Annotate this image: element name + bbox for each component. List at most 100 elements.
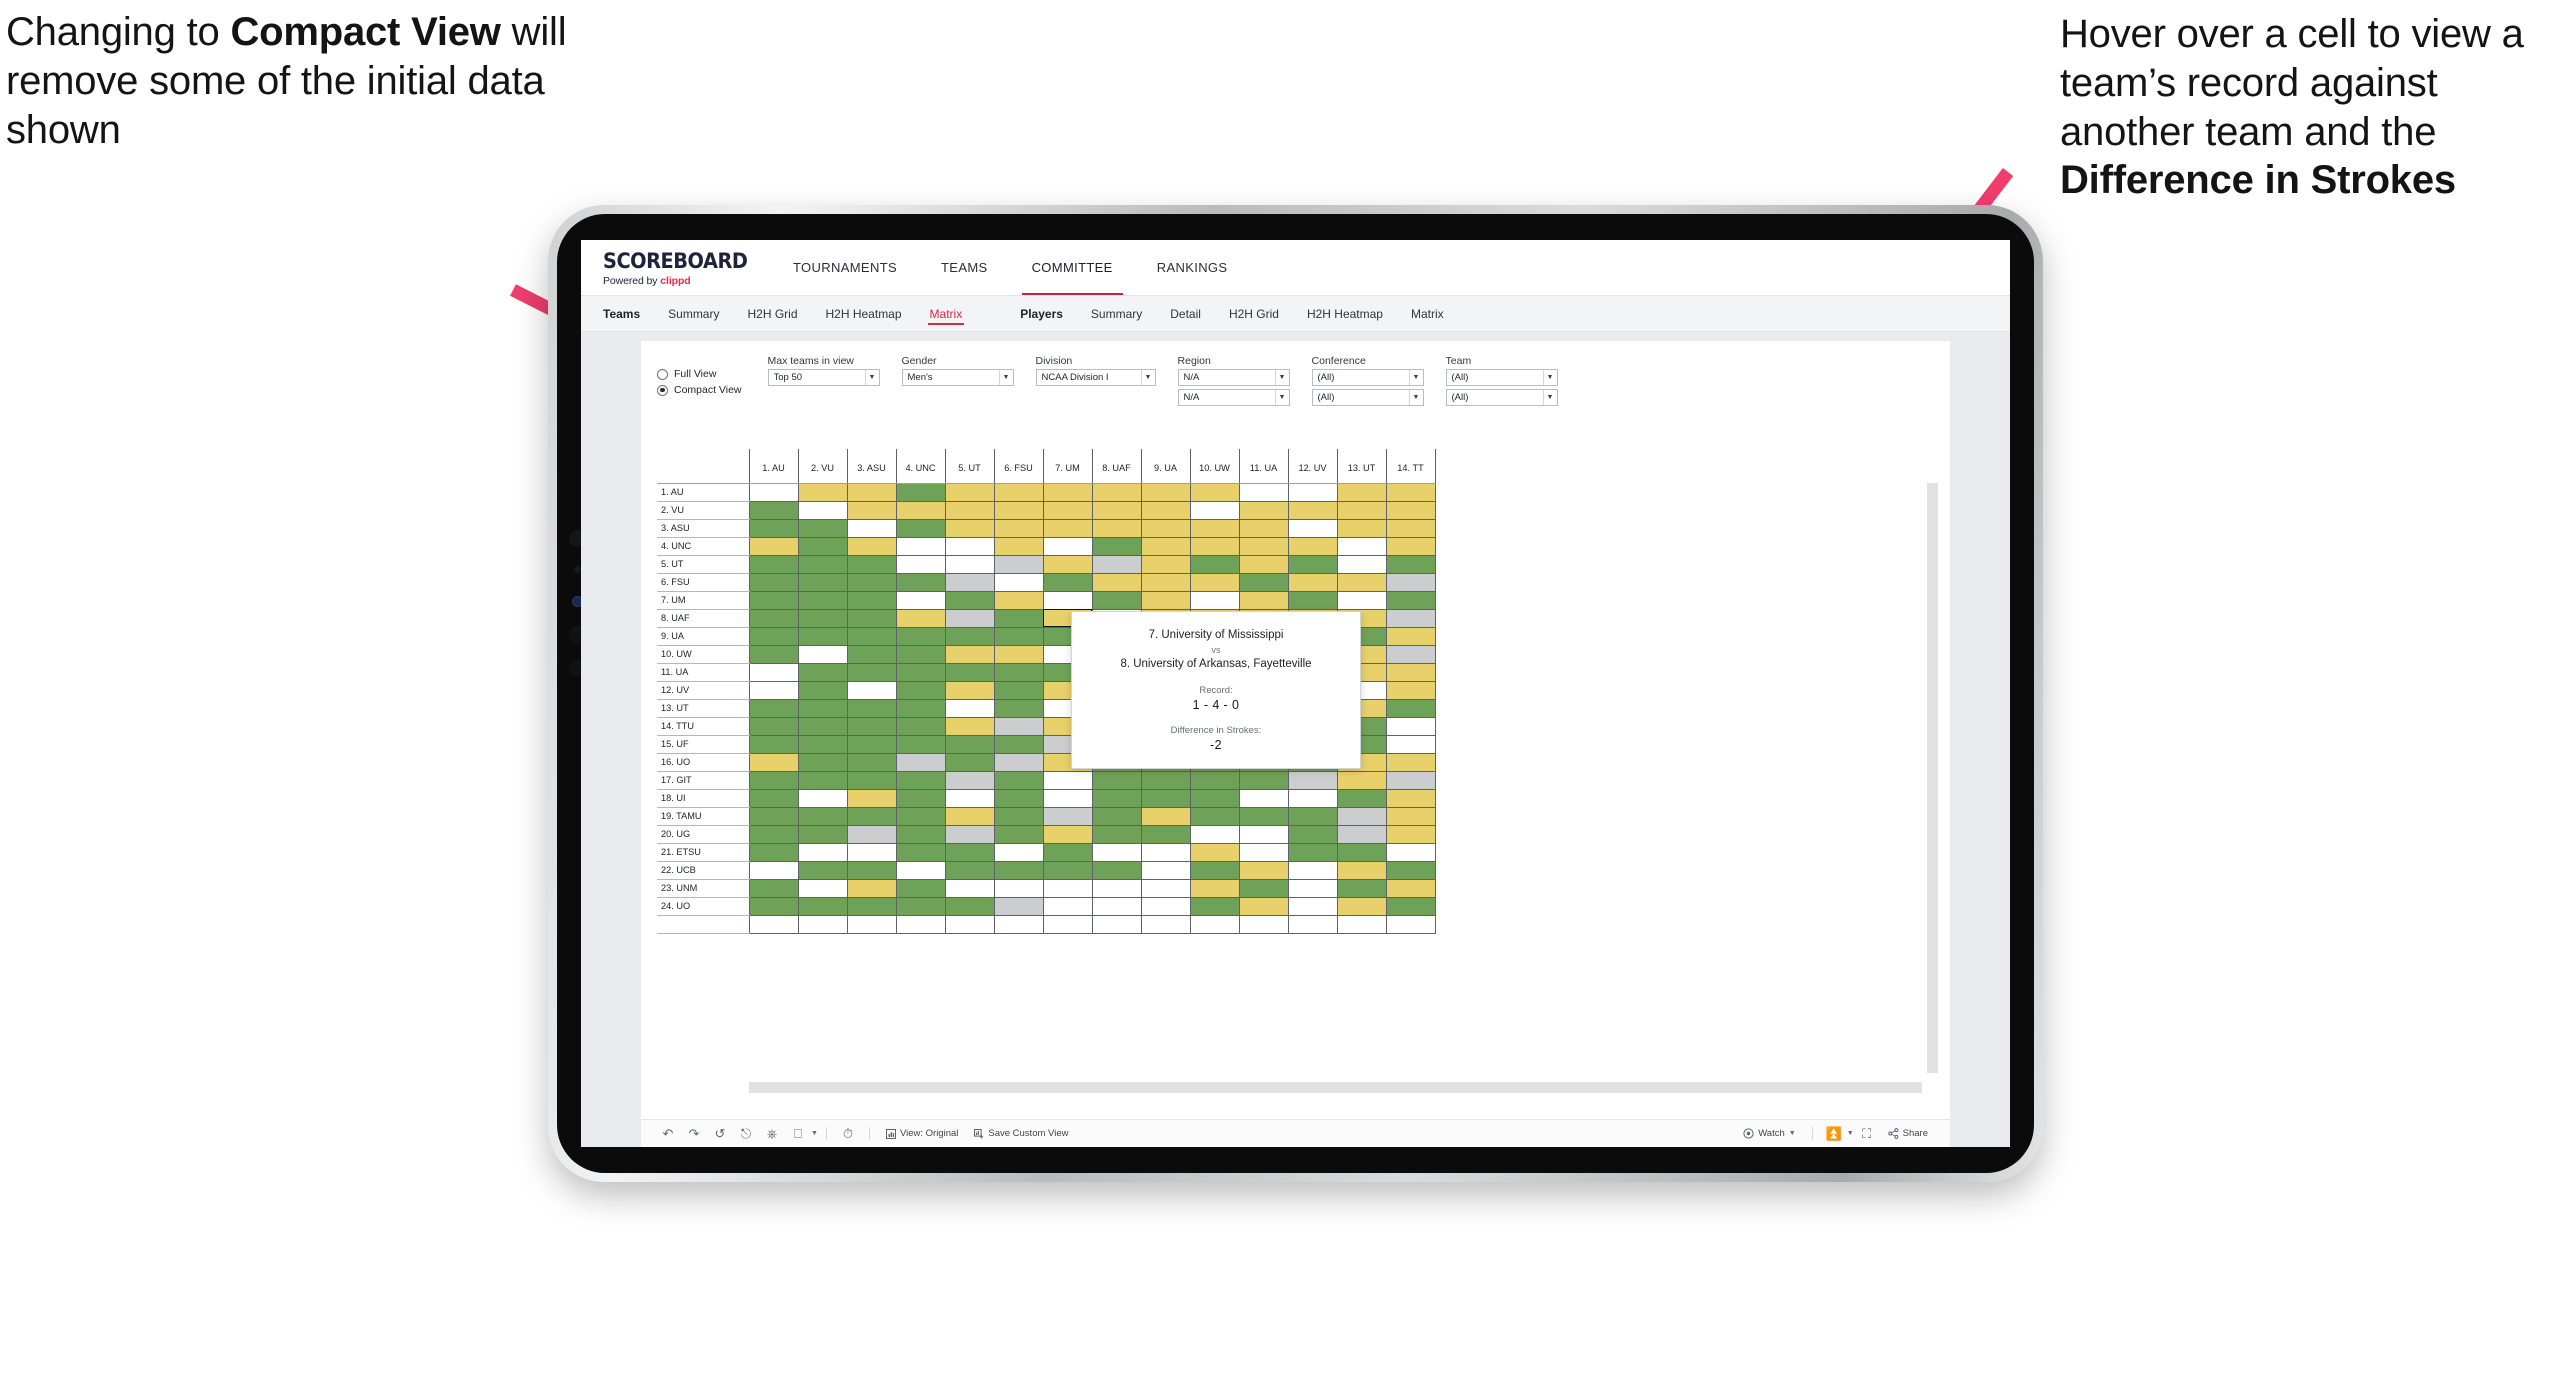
matrix-cell[interactable]	[1238, 789, 1288, 808]
matrix-cell[interactable]	[748, 879, 798, 898]
matrix-cell[interactable]	[1385, 681, 1436, 700]
matrix-cell[interactable]	[1140, 879, 1190, 898]
matrix-cell[interactable]	[895, 537, 945, 556]
matrix-cell[interactable]	[944, 789, 994, 808]
view-original-button[interactable]: View: Original	[878, 1128, 966, 1139]
matrix-cell[interactable]	[1238, 483, 1288, 502]
save-custom-view-button[interactable]: Save Custom View	[966, 1128, 1076, 1139]
matrix-cell[interactable]	[797, 771, 847, 790]
matrix-cell[interactable]	[1385, 807, 1436, 826]
radio-compact-view-circle[interactable]	[657, 384, 668, 396]
matrix-cell[interactable]	[1238, 897, 1288, 916]
matrix-cell[interactable]	[895, 681, 945, 700]
matrix-cell[interactable]	[846, 717, 896, 736]
matrix-cell[interactable]	[1189, 861, 1239, 880]
matrix-cell[interactable]	[1287, 537, 1337, 556]
matrix-cell[interactable]	[1287, 897, 1337, 916]
matrix-cell[interactable]	[944, 843, 994, 862]
tab-teams-summary[interactable]: Summary	[654, 296, 733, 331]
matrix-cell[interactable]	[944, 807, 994, 826]
matrix-cell[interactable]	[1042, 591, 1092, 610]
chevron-down-icon[interactable]: ▼	[1847, 1130, 1854, 1137]
refresh-icon[interactable]: ⎋	[733, 1126, 759, 1142]
matrix-cell[interactable]	[748, 717, 798, 736]
chevron-down-icon[interactable]: ▼	[1408, 390, 1423, 405]
watch-button[interactable]: Watch ▼	[1735, 1128, 1804, 1139]
matrix-cell[interactable]	[1189, 825, 1239, 844]
matrix-cell[interactable]	[1287, 807, 1337, 826]
matrix-cell[interactable]	[1336, 519, 1386, 538]
filter-region-select-2[interactable]: N/A ▼	[1177, 389, 1290, 406]
matrix-cell[interactable]	[1385, 879, 1436, 898]
matrix-cell[interactable]	[846, 825, 896, 844]
matrix-cell[interactable]	[993, 555, 1043, 574]
matrix-cell[interactable]	[1189, 807, 1239, 826]
matrix-cell[interactable]	[895, 771, 945, 790]
matrix-cell[interactable]	[1287, 789, 1337, 808]
matrix-cell[interactable]	[1042, 843, 1092, 862]
filter-division-select[interactable]: NCAA Division I ▼	[1035, 369, 1156, 386]
matrix-cell[interactable]	[1091, 771, 1141, 790]
matrix-cell[interactable]	[895, 627, 945, 646]
filter-gender-select[interactable]: Men's ▼	[901, 369, 1014, 386]
chevron-down-icon[interactable]: ▼	[998, 370, 1013, 385]
matrix-cell[interactable]	[1385, 609, 1436, 628]
share-button[interactable]: Share	[1880, 1128, 1936, 1139]
matrix-cell[interactable]	[1042, 519, 1092, 538]
matrix-cell[interactable]	[1042, 537, 1092, 556]
matrix-cell[interactable]	[748, 573, 798, 592]
matrix-cell[interactable]	[944, 699, 994, 718]
matrix-cell[interactable]	[1385, 519, 1436, 538]
matrix-cell[interactable]	[748, 825, 798, 844]
matrix-cell[interactable]	[748, 789, 798, 808]
matrix-cell[interactable]	[944, 519, 994, 538]
matrix-cell[interactable]	[846, 591, 896, 610]
matrix-cell[interactable]	[846, 645, 896, 664]
matrix-cell[interactable]	[1140, 915, 1190, 934]
matrix-cell[interactable]	[1385, 789, 1436, 808]
matrix-cell[interactable]	[895, 879, 945, 898]
matrix-cell[interactable]	[846, 627, 896, 646]
matrix-cell[interactable]	[895, 915, 945, 934]
tab-players-h2h-grid[interactable]: H2H Grid	[1215, 296, 1293, 331]
matrix-cell[interactable]	[846, 897, 896, 916]
matrix-cell[interactable]	[1091, 825, 1141, 844]
matrix-cell[interactable]	[1189, 897, 1239, 916]
matrix-cell[interactable]	[1238, 825, 1288, 844]
matrix-cell[interactable]	[1385, 843, 1436, 862]
matrix-cell[interactable]	[1385, 717, 1436, 736]
matrix-cell[interactable]	[1140, 789, 1190, 808]
matrix-cell[interactable]	[993, 699, 1043, 718]
chevron-down-icon[interactable]: ▼	[1789, 1130, 1796, 1137]
matrix-cell[interactable]	[1189, 789, 1239, 808]
radio-compact-view[interactable]: Compact View	[657, 384, 742, 396]
matrix-cell[interactable]	[993, 591, 1043, 610]
matrix-cell[interactable]	[944, 771, 994, 790]
matrix-cell[interactable]	[1238, 879, 1288, 898]
filter-team-select-1[interactable]: (All) ▼	[1445, 369, 1558, 386]
matrix-cell[interactable]	[944, 627, 994, 646]
matrix-cell[interactable]	[1336, 501, 1386, 520]
matrix-cell[interactable]	[1385, 537, 1436, 556]
matrix-cell[interactable]	[748, 843, 798, 862]
matrix-cell[interactable]	[748, 897, 798, 916]
tab-players-summary[interactable]: Summary	[1077, 296, 1156, 331]
matrix-cell[interactable]	[1336, 807, 1386, 826]
matrix-cell[interactable]	[944, 861, 994, 880]
device-layout-icon[interactable]: ⎕	[785, 1126, 811, 1142]
matrix-cell[interactable]	[1385, 645, 1436, 664]
matrix-cell[interactable]	[1189, 483, 1239, 502]
matrix-cell[interactable]	[1140, 897, 1190, 916]
matrix-cell[interactable]	[1385, 591, 1436, 610]
matrix-cell[interactable]	[797, 519, 847, 538]
chevron-down-icon[interactable]: ▼	[1274, 370, 1289, 385]
matrix-cell[interactable]	[797, 573, 847, 592]
matrix-cell[interactable]	[1042, 771, 1092, 790]
matrix-cell[interactable]	[846, 681, 896, 700]
matrix-cell[interactable]	[797, 825, 847, 844]
matrix-cell[interactable]	[1189, 555, 1239, 574]
matrix-cell[interactable]	[993, 825, 1043, 844]
matrix-cell[interactable]	[993, 717, 1043, 736]
filter-conference-select-1[interactable]: (All) ▼	[1311, 369, 1424, 386]
matrix-cell[interactable]	[1287, 861, 1337, 880]
